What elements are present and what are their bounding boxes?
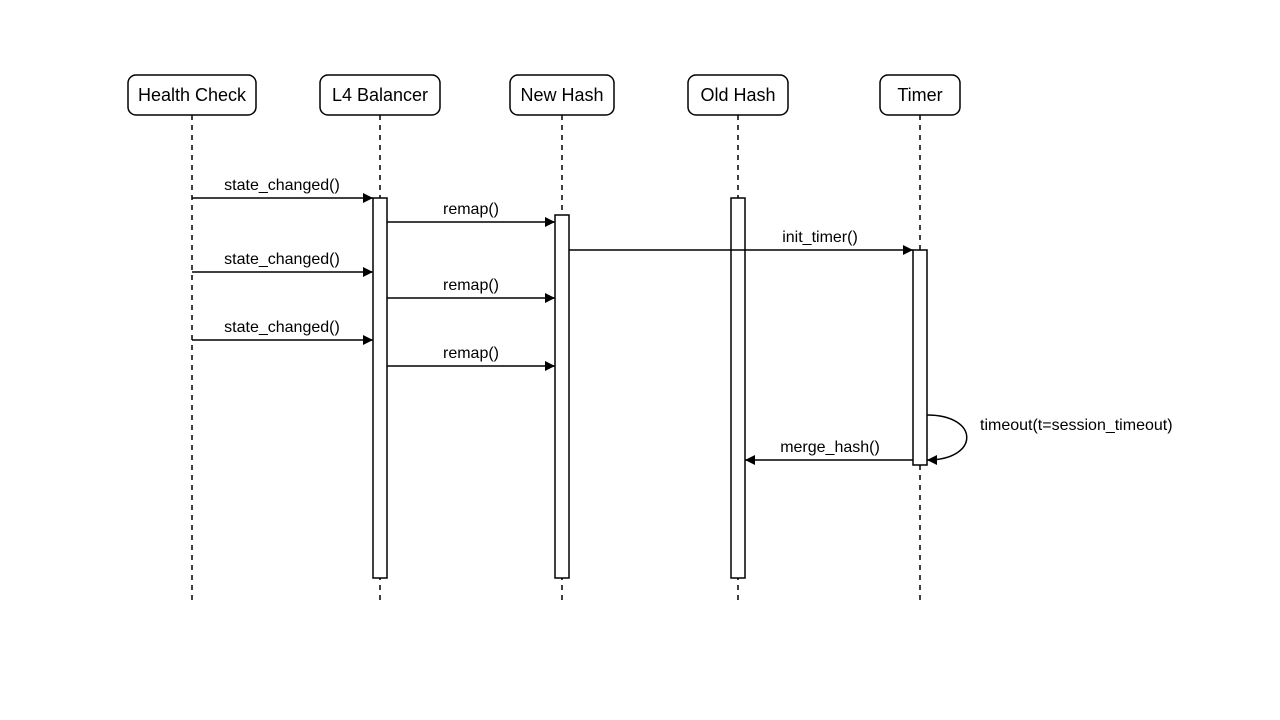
- actor-l4-balancer-label: L4 Balancer: [332, 85, 428, 105]
- actor-old-hash-label: Old Hash: [700, 85, 775, 105]
- msg-remap-2-label: remap(): [443, 277, 499, 294]
- msg-timeout-loop: [927, 415, 967, 460]
- sequence-diagram: Health Check L4 Balancer New Hash Old Ha…: [0, 0, 1280, 720]
- msg-state-changed-2-label: state_changed(): [224, 251, 340, 268]
- msg-remap-3-label: remap(): [443, 345, 499, 362]
- activation-new-hash: [555, 215, 569, 578]
- activation-timer: [913, 250, 927, 465]
- msg-state-changed-3-label: state_changed(): [224, 319, 340, 336]
- msg-remap-1-label: remap(): [443, 201, 499, 218]
- msg-init-timer-label: init_timer(): [782, 229, 858, 246]
- activation-l4-balancer: [373, 198, 387, 578]
- msg-state-changed-1-label: state_changed(): [224, 177, 340, 194]
- msg-merge-hash-label: merge_hash(): [780, 439, 880, 456]
- actor-timer-label: Timer: [897, 85, 942, 105]
- msg-timeout-label: timeout(t=session_timeout): [980, 417, 1173, 434]
- actor-new-hash-label: New Hash: [520, 85, 603, 105]
- actor-health-check-label: Health Check: [138, 85, 247, 105]
- activation-old-hash: [731, 198, 745, 578]
